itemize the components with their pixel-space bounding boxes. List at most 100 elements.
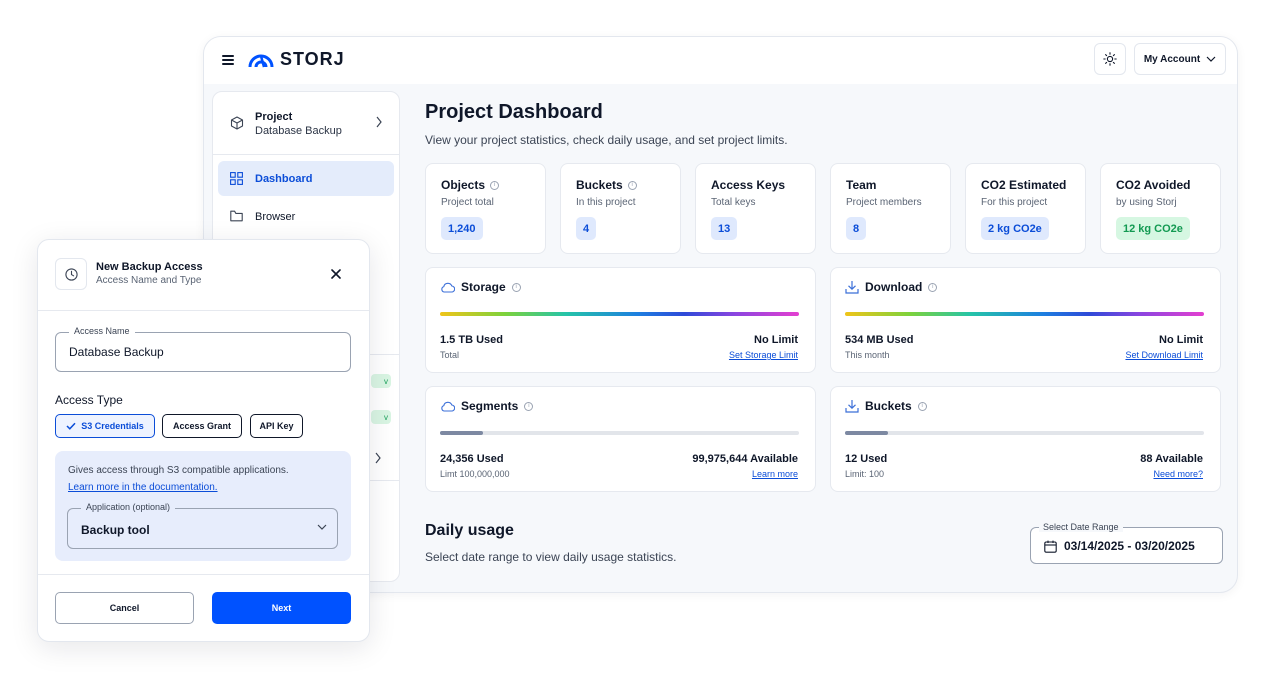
card-title: Buckets i	[845, 399, 927, 413]
cloud-icon	[441, 282, 455, 293]
download-icon	[845, 400, 859, 413]
logo[interactable]: STORJ	[248, 49, 345, 70]
card-title: Storage i	[440, 280, 521, 294]
available-value: 88 Available	[1140, 453, 1203, 465]
card-title: Segments i	[440, 399, 534, 413]
used-caption: This month	[845, 350, 890, 360]
used-caption: Limt 100,000,000	[440, 469, 510, 479]
access-grant-option[interactable]: Access Grant	[162, 414, 242, 438]
stat-value: 13	[711, 217, 738, 240]
stat-card-team: Team Project members 8	[830, 163, 951, 254]
usage-card-storage: Storage i 1.5 TB Used Total No Limit Set…	[425, 267, 816, 373]
used-caption: Total	[440, 350, 460, 360]
divider	[370, 354, 400, 355]
usage-card-segments: Segments i 24,356 Used Limt 100,000,000 …	[425, 386, 816, 492]
new-backup-access-dialog: New Backup Access Access Name and Type A…	[37, 239, 370, 642]
theme-toggle-button[interactable]	[1094, 43, 1126, 75]
download-icon	[845, 281, 859, 294]
sidebar-item-browser[interactable]: Browser	[218, 199, 394, 234]
usage-bar-fill	[440, 431, 484, 435]
access-name-input[interactable]	[69, 345, 339, 359]
documentation-link[interactable]: Learn more in the documentation.	[68, 482, 218, 493]
sun-icon	[1103, 52, 1117, 66]
stat-card-co2-avoided: CO2 Avoided by using Storj 12 kg CO2e	[1100, 163, 1221, 254]
stat-value: 4	[576, 217, 597, 240]
date-range-value: 03/14/2025 - 03/20/2025	[1044, 539, 1195, 553]
access-type-label: Access Type	[55, 393, 123, 407]
menu-icon[interactable]	[222, 55, 234, 65]
stat-subtitle: Project total	[441, 197, 494, 208]
usage-card-buckets: Buckets i 12 Used Limit: 100 88 Availabl…	[830, 386, 1221, 492]
api-key-option[interactable]: API Key	[250, 414, 303, 438]
next-button[interactable]: Next	[212, 592, 351, 624]
info-icon[interactable]: i	[524, 401, 534, 411]
usage-bar	[440, 431, 799, 435]
stat-card-access-keys: Access Keys Total keys 13	[695, 163, 816, 254]
dialog-title: New Backup Access	[96, 261, 203, 273]
sidebar-item-label: Browser	[255, 210, 296, 223]
sidebar-item-dashboard[interactable]: Dashboard	[218, 161, 394, 196]
used-value: 1.5 TB Used	[440, 334, 503, 346]
usage-card-download: Download i 534 MB Used This month No Lim…	[830, 267, 1221, 373]
s3-credentials-option[interactable]: S3 Credentials	[55, 414, 155, 438]
date-range-label: Select Date Range	[1039, 522, 1123, 532]
info-icon[interactable]: i	[627, 180, 637, 190]
stat-title: Buckets i	[576, 178, 637, 192]
storj-logo-icon	[248, 54, 274, 67]
cube-icon	[230, 116, 244, 130]
usage-bar	[845, 312, 1204, 316]
status-badge: v	[371, 410, 391, 424]
need-more-link[interactable]: Need more?	[1153, 469, 1203, 479]
divider	[38, 574, 369, 575]
stat-title: CO2 Avoided	[1116, 178, 1191, 192]
date-range-picker[interactable]: Select Date Range 03/14/2025 - 03/20/202…	[1030, 522, 1223, 564]
info-icon[interactable]: i	[511, 282, 521, 292]
s3-info-panel: Gives access through S3 compatible appli…	[55, 451, 351, 561]
chevron-down-icon	[317, 524, 327, 530]
cancel-button[interactable]: Cancel	[55, 592, 194, 624]
info-icon[interactable]: i	[490, 180, 500, 190]
dialog-icon-box	[55, 258, 87, 290]
close-icon	[331, 269, 341, 279]
stat-value: 12 kg CO2e	[1116, 217, 1190, 240]
calendar-icon	[1044, 540, 1057, 553]
stat-subtitle: For this project	[981, 197, 1048, 208]
access-name-label: Access Name	[69, 326, 135, 336]
dialog-header: New Backup Access Access Name and Type	[38, 240, 369, 311]
learn-more-link[interactable]: Learn more	[752, 469, 798, 479]
divider	[370, 480, 400, 481]
used-caption: Limit: 100	[845, 469, 885, 479]
my-account-button[interactable]: My Account	[1134, 43, 1226, 75]
stat-title: Objects i	[441, 178, 500, 192]
application-select[interactable]: Application (optional) Backup tool	[67, 502, 338, 549]
stat-subtitle: Project members	[846, 197, 922, 208]
application-label: Application (optional)	[81, 502, 176, 512]
check-icon	[66, 422, 76, 430]
info-icon[interactable]: i	[917, 401, 927, 411]
stat-subtitle: In this project	[576, 197, 636, 208]
account-label: My Account	[1143, 53, 1201, 65]
project-label: Project	[255, 111, 293, 123]
sidebar-item-label: Dashboard	[255, 172, 313, 185]
access-name-field: Access Name	[55, 326, 351, 372]
limit-value: No Limit	[1159, 334, 1203, 346]
grid-icon	[230, 172, 243, 185]
limit-value: No Limit	[754, 334, 798, 346]
set-storage-limit-link[interactable]: Set Storage Limit	[729, 350, 798, 360]
used-value: 12 Used	[845, 453, 888, 465]
close-button[interactable]	[328, 266, 344, 282]
info-icon[interactable]: i	[928, 282, 938, 292]
stat-title: Team	[846, 178, 877, 192]
clock-icon	[64, 267, 78, 281]
stat-value: 1,240	[441, 217, 483, 240]
chevron-right-icon[interactable]	[374, 452, 382, 464]
chevron-down-icon	[1206, 56, 1216, 62]
application-value: Backup tool	[81, 523, 150, 537]
dialog-subtitle: Access Name and Type	[96, 275, 202, 286]
project-selector[interactable]: Project Database Backup	[213, 92, 399, 155]
stat-card-objects: Objects i Project total 1,240	[425, 163, 546, 254]
set-download-limit-link[interactable]: Set Download Limit	[1125, 350, 1203, 360]
daily-usage-title: Daily usage	[425, 522, 514, 539]
stat-title: Access Keys	[711, 178, 786, 192]
daily-usage-subtitle: Select date range to view daily usage st…	[425, 550, 677, 564]
